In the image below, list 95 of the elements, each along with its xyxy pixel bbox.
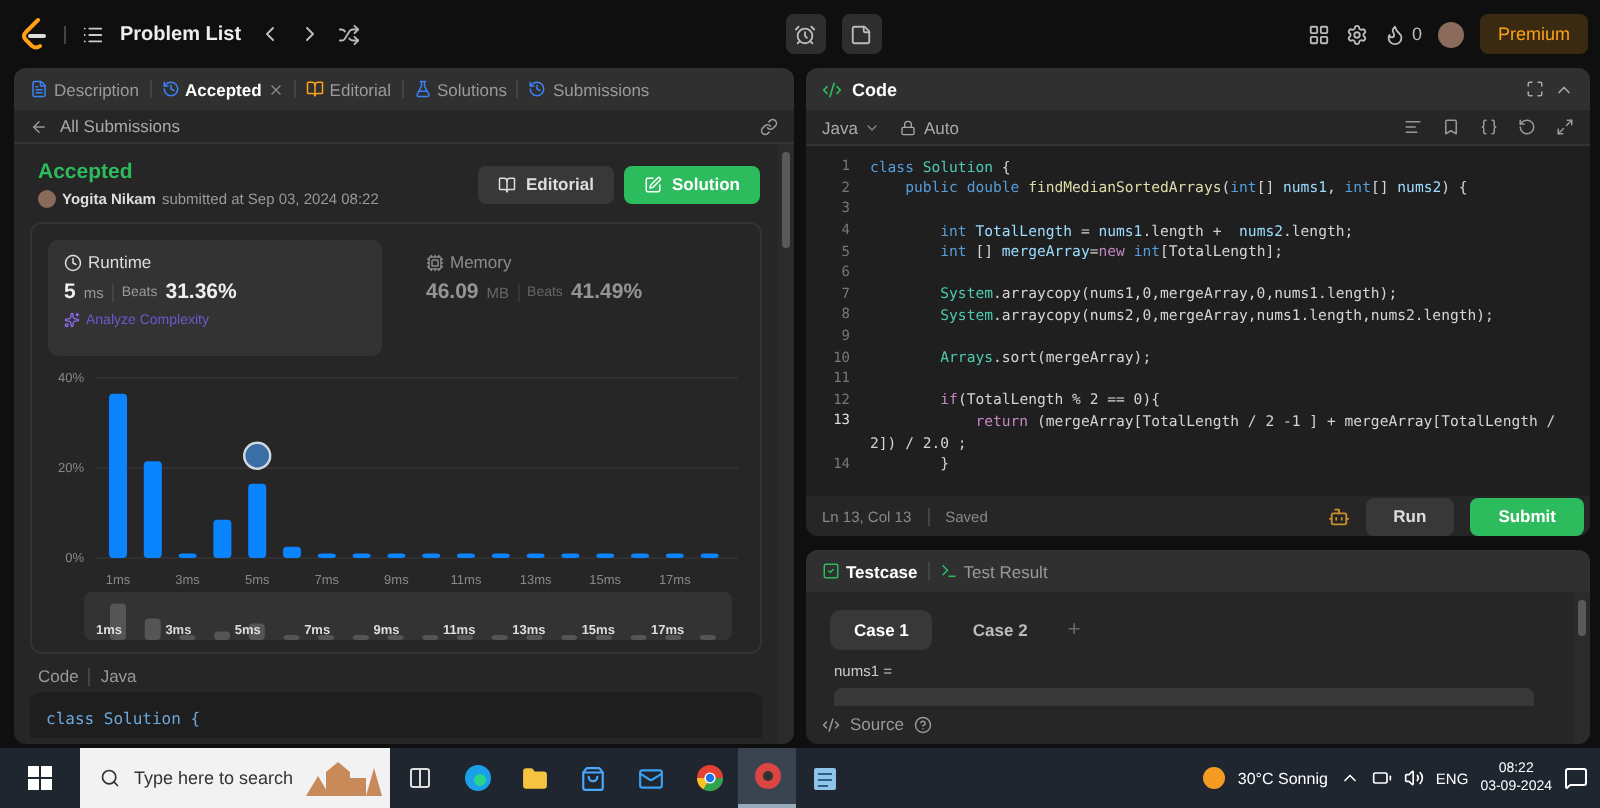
logo-icon[interactable] xyxy=(20,18,48,50)
settings-icon[interactable] xyxy=(1345,23,1368,45)
runtime-bar xyxy=(665,553,684,558)
panel-tab[interactable]: Accepted xyxy=(161,79,284,99)
status-text: Accepted xyxy=(38,160,135,184)
runtime-bar xyxy=(631,553,649,558)
terminal-icon xyxy=(939,562,958,580)
premium-button[interactable]: Premium xyxy=(1480,14,1589,54)
weather-text[interactable]: 30°C Sonnig xyxy=(1237,769,1328,787)
note-icon xyxy=(850,23,873,45)
clock-icon xyxy=(64,253,82,271)
notes-button[interactable] xyxy=(841,14,882,54)
runtime-bar xyxy=(248,483,267,558)
help-icon[interactable] xyxy=(913,715,932,733)
beats-percent: 41.49% xyxy=(570,280,643,304)
code-icon xyxy=(822,715,840,733)
reset-icon[interactable] xyxy=(1518,118,1536,136)
alarm-clock-icon xyxy=(794,23,817,45)
runtime-bar xyxy=(491,553,510,558)
runtime-bar xyxy=(526,553,545,558)
panel-tab[interactable]: Test Result xyxy=(939,561,1048,581)
problem-list-title[interactable]: Problem List xyxy=(120,23,242,45)
format-icon[interactable] xyxy=(1404,118,1422,136)
streak-count: 0 xyxy=(1411,24,1422,44)
panel-title: Code xyxy=(852,79,897,99)
panel-tab[interactable]: Editorial xyxy=(305,79,392,99)
case-tab[interactable]: Case 2 xyxy=(948,610,1052,650)
case-tab[interactable]: Case 1 xyxy=(830,610,933,650)
flask-icon xyxy=(413,80,432,98)
runtime-bar xyxy=(387,553,406,558)
town-illustration-icon xyxy=(302,756,386,800)
shuffle-icon[interactable] xyxy=(337,23,360,45)
checkbox-icon xyxy=(822,562,840,580)
taskbar-search-field[interactable]: Type here to search xyxy=(80,748,390,808)
code-preview: class Solution { xyxy=(30,692,762,738)
avatar[interactable] xyxy=(1438,21,1464,47)
sparkle-icon xyxy=(64,312,80,328)
lock-icon xyxy=(899,119,916,135)
close-icon[interactable] xyxy=(267,81,284,97)
editor-button[interactable]: Run xyxy=(1365,497,1455,535)
panel-tab[interactable]: Description xyxy=(30,79,140,99)
language-select[interactable]: Java xyxy=(822,117,858,137)
grid-icon[interactable] xyxy=(1307,23,1330,45)
edit-icon xyxy=(644,175,662,193)
panel-tab[interactable]: Solutions xyxy=(413,79,507,99)
bookmark-icon[interactable] xyxy=(1442,118,1460,136)
stat-value: 5 xyxy=(64,280,76,304)
runtime-bar xyxy=(213,519,232,558)
fullscreen-icon[interactable] xyxy=(1526,80,1544,98)
auto-mode[interactable]: Auto xyxy=(923,117,959,137)
stat-title: Memory xyxy=(450,252,512,272)
runtime-bar xyxy=(283,546,301,558)
stat-value: 46.09 xyxy=(426,280,479,304)
code-label: Code xyxy=(38,666,79,686)
panel-tab[interactable]: Testcase xyxy=(822,561,918,581)
timer-button[interactable] xyxy=(785,14,826,54)
windows-logo-icon[interactable] xyxy=(28,766,52,790)
panel-tab[interactable]: Submissions xyxy=(528,79,650,99)
beats-percent: 31.36% xyxy=(165,280,237,304)
avatar xyxy=(38,190,56,208)
all-submissions-link[interactable]: All Submissions xyxy=(60,116,180,136)
book-icon xyxy=(305,80,324,98)
flame-icon[interactable] xyxy=(1383,23,1406,45)
document-icon xyxy=(30,80,48,98)
runtime-bar xyxy=(178,553,197,558)
runtime-bar xyxy=(143,461,162,558)
submission-button[interactable]: Editorial xyxy=(477,165,614,203)
chip-icon xyxy=(426,253,444,271)
search-icon xyxy=(100,768,120,788)
history-icon xyxy=(528,80,547,98)
braces-icon[interactable] xyxy=(1480,118,1498,136)
weather-icon[interactable] xyxy=(1201,766,1226,790)
browser-icon[interactable] xyxy=(738,748,796,808)
expand-icon[interactable] xyxy=(1556,118,1574,136)
battery-icon[interactable] xyxy=(1371,768,1392,788)
runtime-bar xyxy=(422,553,441,558)
link-icon[interactable] xyxy=(760,117,778,135)
source-link[interactable]: Source xyxy=(850,714,904,734)
avatar-marker xyxy=(243,441,272,470)
stat-title: Runtime xyxy=(88,252,152,272)
language-label: Java xyxy=(100,666,137,686)
runtime-bar xyxy=(317,553,336,558)
runtime-bar xyxy=(457,553,475,558)
runtime-bar xyxy=(352,553,371,558)
runtime-bar xyxy=(596,553,615,558)
runtime-bar xyxy=(561,553,580,558)
speaker-icon[interactable] xyxy=(1403,768,1424,788)
robot-icon[interactable] xyxy=(1327,505,1350,527)
list-icon[interactable] xyxy=(82,23,104,45)
history-icon xyxy=(161,80,180,98)
book-icon xyxy=(497,175,516,193)
code-icon xyxy=(822,79,842,99)
back-icon[interactable] xyxy=(30,117,48,135)
runtime-bar xyxy=(700,553,719,558)
notifications-icon[interactable] xyxy=(1564,766,1588,790)
